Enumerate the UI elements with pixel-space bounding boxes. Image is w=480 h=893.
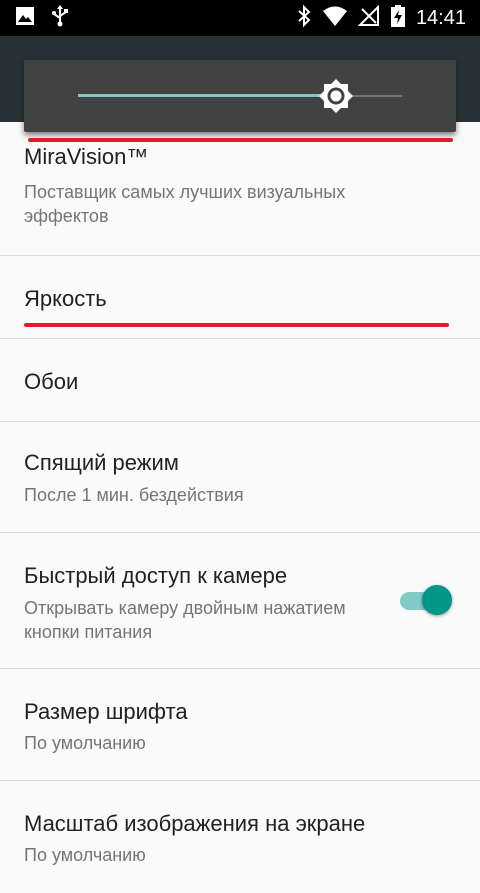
status-bar-notifications (14, 4, 70, 33)
list-item-sleep[interactable]: Спящий режим После 1 мин. бездействия (0, 422, 480, 533)
status-bar: 14:41 (0, 0, 480, 36)
wifi-icon (322, 5, 348, 32)
status-bar-system: 14:41 (296, 4, 466, 33)
item-title: Спящий режим (24, 450, 179, 475)
item-summary: После 1 мин. бездействия (24, 485, 244, 505)
brightness-slider-track-active[interactable] (78, 94, 336, 97)
item-summary: По умолчанию (24, 845, 146, 865)
highlight-underline-slider (28, 138, 453, 142)
image-icon (14, 5, 36, 32)
item-summary: По умолчанию (24, 733, 146, 753)
brightness-slider-thumb[interactable] (318, 78, 354, 114)
no-signal-icon (357, 4, 380, 32)
battery-charging-icon (390, 4, 406, 33)
usb-icon (50, 4, 70, 33)
brightness-icon (319, 79, 353, 113)
item-title: MiraVision™ (24, 144, 149, 169)
list-item-brightness[interactable]: Яркость (0, 256, 480, 339)
bluetooth-icon (296, 4, 312, 33)
camera-shortcut-toggle[interactable] (400, 583, 452, 617)
toggle-thumb (422, 585, 452, 615)
list-item-camera-shortcut[interactable]: Быстрый доступ к камере Открывать камеру… (0, 533, 480, 669)
list-item-font-size[interactable]: Размер шрифта По умолчанию (0, 669, 480, 781)
status-bar-time: 14:41 (415, 7, 466, 29)
item-title: Быстрый доступ к камере (24, 563, 288, 588)
brightness-dialog (24, 60, 456, 132)
item-title: Яркость (24, 286, 107, 311)
item-summary: Поставщик самых лучших визуальных эффект… (24, 182, 346, 226)
item-title: Обои (24, 369, 79, 394)
highlight-underline (24, 323, 449, 327)
list-item-miravision[interactable]: MiraVision™ Поставщик самых лучших визуа… (0, 122, 480, 256)
list-item-wallpaper[interactable]: Обои (0, 339, 480, 422)
item-summary: Открывать камеру двойным нажатием кнопки… (24, 598, 346, 642)
item-title: Размер шрифта (24, 699, 188, 724)
item-title: Масштаб изображения на экране (24, 811, 366, 836)
list-item-display-size[interactable]: Масштаб изображения на экране По умолчан… (0, 781, 480, 893)
settings-list: MiraVision™ Поставщик самых лучших визуа… (0, 122, 480, 865)
